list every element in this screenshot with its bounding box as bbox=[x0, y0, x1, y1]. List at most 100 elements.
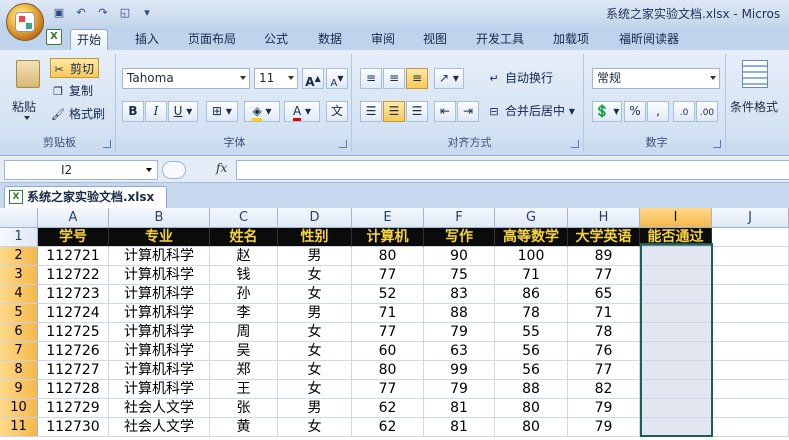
table-cell[interactable]: 女 bbox=[278, 418, 352, 437]
customize-qat-icon[interactable]: ▾ bbox=[138, 4, 156, 22]
column-header-b[interactable]: B bbox=[109, 208, 210, 228]
table-cell[interactable]: 79 bbox=[568, 399, 640, 418]
table-cell[interactable] bbox=[712, 228, 789, 247]
office-button[interactable] bbox=[6, 3, 44, 41]
table-cell[interactable]: 112721 bbox=[38, 247, 109, 266]
row-header-10[interactable]: 10 bbox=[0, 399, 38, 418]
row-header-2[interactable]: 2 bbox=[0, 247, 38, 266]
column-header-h[interactable]: H bbox=[568, 208, 640, 228]
borders-button[interactable]: ⊞ ▾ bbox=[206, 101, 238, 122]
table-cell[interactable]: 80 bbox=[352, 361, 424, 380]
tab-formulas[interactable]: 公式 bbox=[258, 29, 294, 50]
column-header-c[interactable]: C bbox=[210, 208, 278, 228]
column-header-e[interactable]: E bbox=[352, 208, 424, 228]
table-cell[interactable]: 76 bbox=[568, 342, 640, 361]
table-cell[interactable]: 71 bbox=[352, 304, 424, 323]
table-cell[interactable]: 112726 bbox=[38, 342, 109, 361]
increase-indent-button[interactable]: ⇥ bbox=[457, 101, 479, 122]
table-cell[interactable]: 71 bbox=[568, 304, 640, 323]
table-cell[interactable]: 99 bbox=[424, 361, 495, 380]
table-cell[interactable]: 75 bbox=[424, 266, 495, 285]
table-cell[interactable]: 112724 bbox=[38, 304, 109, 323]
table-cell[interactable]: 计算机科学 bbox=[109, 247, 210, 266]
table-cell[interactable]: 女 bbox=[278, 285, 352, 304]
table-cell[interactable]: 112725 bbox=[38, 323, 109, 342]
row-header-11[interactable]: 11 bbox=[0, 418, 38, 437]
comma-button[interactable]: , bbox=[647, 101, 669, 122]
table-cell[interactable]: 女 bbox=[278, 323, 352, 342]
bold-button[interactable]: B bbox=[122, 101, 144, 122]
table-cell[interactable]: 112722 bbox=[38, 266, 109, 285]
table-cell[interactable]: 社会人文学 bbox=[109, 399, 210, 418]
table-cell[interactable]: 112729 bbox=[38, 399, 109, 418]
table-cell[interactable]: 周 bbox=[210, 323, 278, 342]
column-header-g[interactable]: G bbox=[495, 208, 568, 228]
format-painter-button[interactable]: 🖌 格式刷 bbox=[50, 104, 105, 124]
header-cell[interactable]: 姓名 bbox=[210, 228, 278, 247]
table-cell[interactable]: 张 bbox=[210, 399, 278, 418]
table-cell[interactable]: 112727 bbox=[38, 361, 109, 380]
workbook-tab[interactable]: X 系统之家实验文档.xlsx bbox=[4, 186, 167, 208]
header-cell[interactable]: 计算机 bbox=[352, 228, 424, 247]
tab-review[interactable]: 审阅 bbox=[365, 29, 401, 50]
table-cell[interactable]: 77 bbox=[352, 380, 424, 399]
table-cell[interactable]: 62 bbox=[352, 399, 424, 418]
paste-button[interactable]: 粘贴 bbox=[8, 58, 48, 124]
row-header-4[interactable]: 4 bbox=[0, 285, 38, 304]
table-cell[interactable]: 77 bbox=[352, 266, 424, 285]
tab-addins[interactable]: 加载项 bbox=[547, 29, 595, 50]
shrink-font-button[interactable]: A▼ bbox=[326, 68, 348, 89]
table-cell[interactable]: 计算机科学 bbox=[109, 361, 210, 380]
table-cell[interactable]: 计算机科学 bbox=[109, 304, 210, 323]
align-center-button[interactable]: ☰ bbox=[383, 101, 405, 122]
table-cell[interactable]: 孙 bbox=[210, 285, 278, 304]
redo-icon[interactable]: ↷ bbox=[94, 4, 112, 22]
table-cell[interactable]: 112728 bbox=[38, 380, 109, 399]
table-cell[interactable]: 80 bbox=[495, 418, 568, 437]
column-header-j[interactable]: J bbox=[712, 208, 789, 228]
table-cell[interactable]: 65 bbox=[568, 285, 640, 304]
table-cell[interactable]: 女 bbox=[278, 266, 352, 285]
column-header-f[interactable]: F bbox=[424, 208, 495, 228]
table-cell[interactable]: 77 bbox=[352, 323, 424, 342]
decrease-indent-button[interactable]: ⇤ bbox=[434, 101, 456, 122]
table-cell[interactable]: 100 bbox=[495, 247, 568, 266]
align-left-button[interactable]: ☰ bbox=[360, 101, 382, 122]
name-box[interactable]: I2 bbox=[4, 160, 158, 180]
table-cell[interactable]: 79 bbox=[424, 380, 495, 399]
table-cell[interactable]: 女 bbox=[278, 380, 352, 399]
row-header-6[interactable]: 6 bbox=[0, 323, 38, 342]
table-cell[interactable]: 89 bbox=[568, 247, 640, 266]
table-cell[interactable]: 62 bbox=[352, 418, 424, 437]
formula-bar-resize-handle[interactable] bbox=[162, 161, 186, 179]
table-cell[interactable]: 吴 bbox=[210, 342, 278, 361]
table-cell[interactable]: 计算机科学 bbox=[109, 342, 210, 361]
orientation-button[interactable]: ↗ ▾ bbox=[434, 68, 464, 89]
table-cell[interactable]: 计算机科学 bbox=[109, 323, 210, 342]
wrap-text-button[interactable]: ↵ 自动换行 bbox=[486, 68, 553, 88]
header-cell[interactable]: 性别 bbox=[278, 228, 352, 247]
select-all-corner[interactable] bbox=[0, 208, 38, 228]
table-cell[interactable]: 55 bbox=[495, 323, 568, 342]
font-name-combo[interactable]: Tahoma bbox=[122, 68, 250, 89]
table-cell[interactable] bbox=[712, 285, 789, 304]
header-cell[interactable]: 专业 bbox=[109, 228, 210, 247]
table-cell[interactable]: 计算机科学 bbox=[109, 285, 210, 304]
clipboard-launcher-icon[interactable] bbox=[103, 140, 111, 148]
table-cell[interactable]: 男 bbox=[278, 247, 352, 266]
table-cell[interactable]: 60 bbox=[352, 342, 424, 361]
table-cell[interactable]: 82 bbox=[568, 380, 640, 399]
table-cell[interactable] bbox=[712, 399, 789, 418]
table-cell[interactable]: 计算机科学 bbox=[109, 380, 210, 399]
chevron-down-icon[interactable] bbox=[146, 168, 152, 172]
table-cell[interactable]: 女 bbox=[278, 342, 352, 361]
table-cell[interactable]: 78 bbox=[495, 304, 568, 323]
table-cell[interactable]: 56 bbox=[495, 361, 568, 380]
header-cell[interactable]: 写作 bbox=[424, 228, 495, 247]
save-icon[interactable]: ▣ bbox=[50, 4, 68, 22]
table-cell[interactable] bbox=[712, 247, 789, 266]
table-cell[interactable]: 80 bbox=[352, 247, 424, 266]
table-cell[interactable]: 社会人文学 bbox=[109, 418, 210, 437]
table-cell[interactable]: 78 bbox=[568, 323, 640, 342]
font-launcher-icon[interactable] bbox=[339, 140, 347, 148]
